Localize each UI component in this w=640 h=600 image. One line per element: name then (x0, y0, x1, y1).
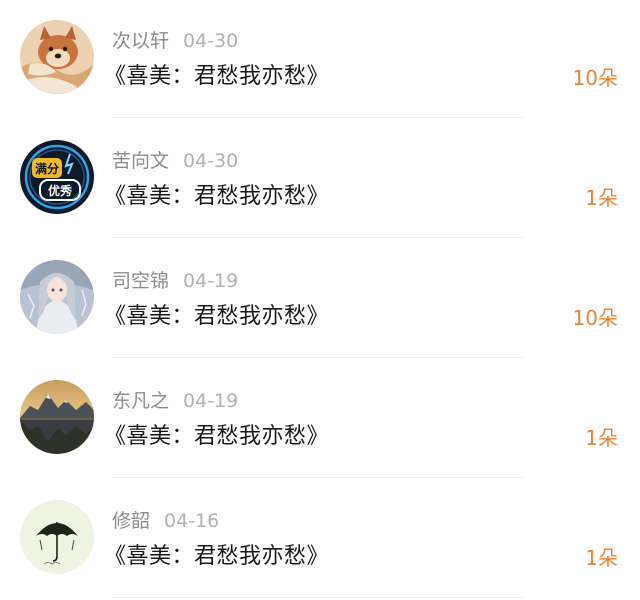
list-item[interactable]: 满分 优秀 苦向文 04-30 《喜美：君愁我亦愁》 1朵 (0, 120, 640, 240)
post-date: 04-19 (183, 390, 239, 412)
neon-bottom-text: 优秀 (48, 183, 73, 198)
divider (112, 357, 526, 358)
divider (112, 117, 526, 118)
user-name[interactable]: 东凡之 (112, 390, 169, 412)
user-name[interactable]: 苦向文 (112, 150, 169, 172)
flower-count: 1朵 (585, 546, 618, 570)
neon-top-text: 满分 (35, 161, 59, 176)
comment-meta: 东凡之 04-19 (112, 387, 238, 415)
comment-list: 次以轩 04-30 《喜美：君愁我亦愁》 10朵 满分 优秀 苦向文 04-30 《… (0, 0, 640, 600)
flower-count: 10朵 (572, 66, 618, 90)
divider (112, 597, 526, 598)
user-name[interactable]: 次以轩 (112, 30, 169, 52)
divider (112, 477, 526, 478)
work-title-link[interactable]: 《喜美：君愁我亦愁》 (104, 181, 329, 213)
post-date: 04-30 (183, 30, 239, 52)
post-date: 04-30 (183, 150, 239, 172)
post-date: 04-19 (183, 270, 239, 292)
comment-meta: 修韶 04-16 (112, 507, 219, 535)
dog-blanket-avatar[interactable] (20, 20, 94, 94)
user-name[interactable]: 司空锦 (112, 270, 169, 292)
umbrella-avatar[interactable] (20, 500, 94, 574)
comment-meta: 苦向文 04-30 (112, 147, 238, 175)
post-date: 04-16 (164, 510, 220, 532)
flower-count: 1朵 (585, 186, 618, 210)
list-item[interactable]: 次以轩 04-30 《喜美：君愁我亦愁》 10朵 (0, 0, 640, 120)
flower-count: 1朵 (585, 426, 618, 450)
mountain-lake-avatar[interactable] (20, 380, 94, 454)
list-item[interactable]: 修韶 04-16 《喜美：君愁我亦愁》 1朵 (0, 480, 640, 600)
user-name[interactable]: 修韶 (112, 510, 150, 532)
list-item[interactable]: 司空锦 04-19 《喜美：君愁我亦愁》 10朵 (0, 240, 640, 360)
comment-meta: 次以轩 04-30 (112, 27, 238, 55)
list-item[interactable]: 东凡之 04-19 《喜美：君愁我亦愁》 1朵 (0, 360, 640, 480)
work-title-link[interactable]: 《喜美：君愁我亦愁》 (104, 541, 329, 573)
anime-girl-avatar[interactable] (20, 260, 94, 334)
neon-badge-avatar[interactable]: 满分 优秀 (20, 140, 94, 214)
divider (112, 237, 526, 238)
work-title-link[interactable]: 《喜美：君愁我亦愁》 (104, 61, 329, 93)
work-title-link[interactable]: 《喜美：君愁我亦愁》 (104, 301, 329, 333)
flower-count: 10朵 (572, 306, 618, 330)
work-title-link[interactable]: 《喜美：君愁我亦愁》 (104, 421, 329, 453)
comment-meta: 司空锦 04-19 (112, 267, 238, 295)
